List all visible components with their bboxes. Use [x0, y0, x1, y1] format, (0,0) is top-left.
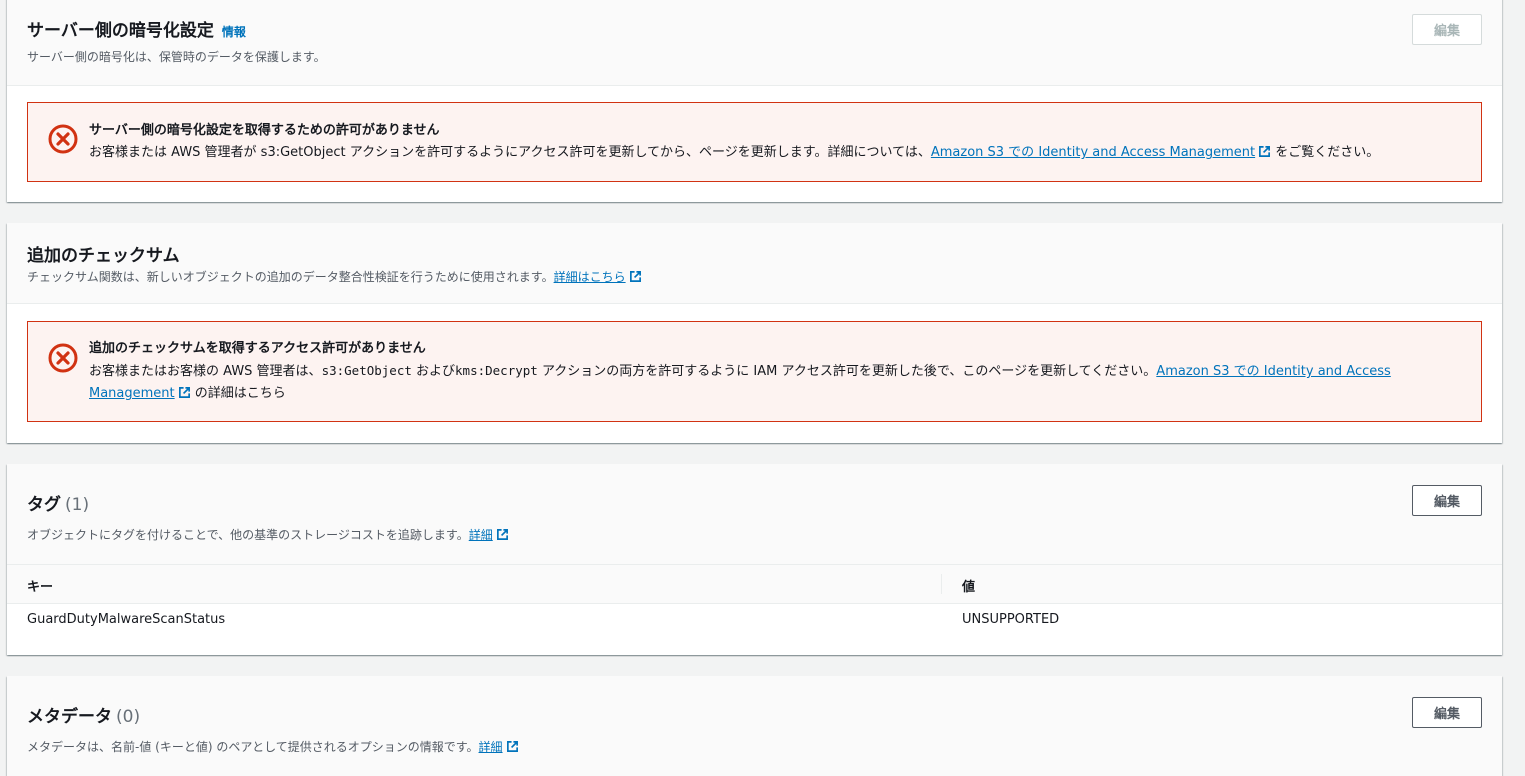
checksum-panel: 追加のチェックサム チェックサム関数は、新しいオブジェクトの追加のデータ整合性検…	[7, 223, 1502, 443]
external-link-icon[interactable]	[629, 270, 642, 283]
checksum-alert-text3: アクションの両方を許可するように IAM アクセス許可を更新した後で、このページ…	[537, 364, 1157, 379]
encryption-title-text: サーバー側の暗号化設定	[27, 21, 214, 41]
checksum-description: チェックサム関数は、新しいオブジェクトの追加のデータ整合性検証を行うために使用さ…	[27, 268, 642, 285]
encryption-alert-body: サーバー側の暗号化設定を取得するための許可がありません お客様または AWS 管…	[89, 120, 1451, 164]
error-circle-x-icon	[48, 124, 78, 154]
info-link[interactable]: 情報	[222, 25, 246, 39]
tags-count: (1)	[65, 495, 90, 515]
metadata-header: メタデータ (0) メタデータは、名前-値 (キーと値) のペアとして提供されるオ…	[7, 676, 1502, 776]
code-s3-getobject: s3:GetObject	[321, 363, 412, 378]
external-link-icon[interactable]	[496, 528, 509, 541]
tags-panel: タグ (1) オブジェクトにタグを付けることで、他の基準のストレージコストを追跡し…	[7, 464, 1502, 655]
tags-edit-button[interactable]: 編集	[1412, 485, 1482, 516]
tags-learn-more-text: 詳細	[468, 528, 493, 542]
metadata-count: (0)	[116, 707, 141, 727]
checksum-alert-text2: および	[411, 364, 456, 379]
metadata-description: メタデータは、名前-値 (キーと値) のペアとして提供されるオプションの情報です…	[27, 738, 519, 755]
tag-key-cell: GuardDutyMalwareScanStatus	[27, 612, 226, 627]
checksum-header: 追加のチェックサム チェックサム関数は、新しいオブジェクトの追加のデータ整合性検…	[7, 223, 1502, 304]
external-link-icon	[178, 387, 190, 398]
external-link-icon[interactable]	[506, 740, 519, 753]
tags-header: タグ (1) オブジェクトにタグを付けることで、他の基準のストレージコストを追跡し…	[7, 464, 1502, 564]
checksum-alert-message: お客様またはお客様の AWS 管理者は、s3:GetObject およびkms:…	[89, 360, 1451, 405]
encryption-error-alert: サーバー側の暗号化設定を取得するための許可がありません お客様または AWS 管…	[27, 102, 1482, 182]
checksum-title: 追加のチェックサム	[27, 246, 180, 266]
column-value[interactable]: 値	[962, 576, 975, 595]
checksum-alert-body: 追加のチェックサムを取得するアクセス許可がありません お客様またはお客様の AW…	[89, 338, 1451, 405]
tags-learn-more-link[interactable]: 詳細	[469, 528, 493, 542]
iam-doc-link[interactable]: Amazon S3 での Identity and Access Managem…	[931, 145, 1271, 160]
checksum-learn-more-link[interactable]: 詳細はこちら	[554, 270, 626, 284]
encryption-panel: サーバー側の暗号化設定 情報 サーバー側の暗号化は、保管時のデータを保護します。 …	[7, 0, 1502, 202]
external-link-icon	[1259, 146, 1271, 157]
encryption-description: サーバー側の暗号化は、保管時のデータを保護します。	[27, 50, 326, 64]
error-circle-x-icon	[48, 343, 78, 373]
code-kms-decrypt: kms:Decrypt	[455, 363, 538, 378]
metadata-learn-more-link[interactable]: 詳細	[479, 740, 503, 754]
checksum-error-alert: 追加のチェックサムを取得するアクセス許可がありません お客様またはお客様の AW…	[27, 321, 1482, 422]
checksum-alert-title: 追加のチェックサムを取得するアクセス許可がありません	[89, 341, 426, 356]
tags-table-header: キー 値	[7, 564, 1502, 604]
encryption-alert-title: サーバー側の暗号化設定を取得するための許可がありません	[89, 123, 440, 138]
tags-description-text: オブジェクトにタグを付けることで、他の基準のストレージコストを追跡します。	[27, 528, 469, 542]
iam-doc-link-text: Amazon S3 での Identity and Access Managem…	[930, 145, 1256, 160]
checksum-alert-suffix: の詳細はこちら	[194, 386, 286, 401]
tag-value-cell: UNSUPPORTED	[962, 612, 1060, 627]
checksum-description-text: チェックサム関数は、新しいオブジェクトの追加のデータ整合性検証を行うために使用さ…	[27, 270, 554, 284]
column-key[interactable]: キー	[27, 576, 53, 595]
metadata-description-text: メタデータは、名前-値 (キーと値) のペアとして提供されるオプションの情報です…	[27, 740, 479, 754]
tags-description: オブジェクトにタグを付けることで、他の基準のストレージコストを追跡します。詳細	[27, 526, 509, 543]
encryption-alert-text: お客様または AWS 管理者が s3:GetObject アクションを許可するよ…	[89, 145, 931, 160]
metadata-edit-button[interactable]: 編集	[1412, 697, 1482, 728]
metadata-panel: メタデータ (0) メタデータは、名前-値 (キーと値) のペアとして提供されるオ…	[7, 676, 1502, 776]
encryption-alert-suffix: をご覧ください。	[1275, 145, 1380, 160]
column-divider	[941, 574, 942, 594]
encryption-title: サーバー側の暗号化設定 情報	[27, 16, 246, 41]
encryption-header: サーバー側の暗号化設定 情報 サーバー側の暗号化は、保管時のデータを保護します。 …	[7, 0, 1502, 86]
checksum-alert-text1: お客様またはお客様の AWS 管理者は、	[89, 364, 322, 379]
tags-title-text: タグ	[27, 495, 61, 515]
checksum-learn-more-text: 詳細はこちら	[553, 270, 626, 284]
metadata-title: メタデータ (0)	[27, 702, 140, 727]
encryption-edit-button[interactable]: 編集	[1412, 14, 1482, 45]
tags-title: タグ (1)	[27, 490, 89, 515]
metadata-title-text: メタデータ	[27, 707, 112, 727]
encryption-alert-message: お客様または AWS 管理者が s3:GetObject アクションを許可するよ…	[89, 142, 1451, 164]
metadata-learn-more-text: 詳細	[478, 740, 503, 754]
